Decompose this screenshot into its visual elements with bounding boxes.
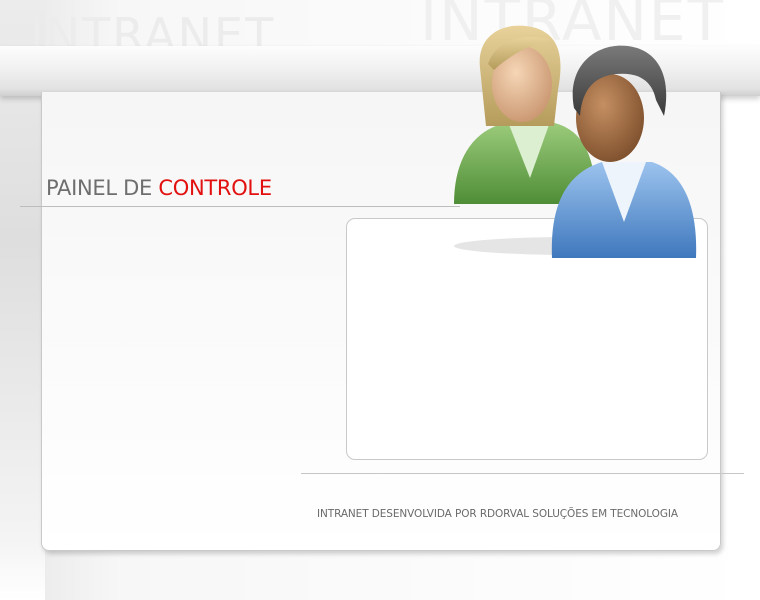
footer-text: INTRANET DESENVOLVIDA POR RDORVAL SOLUÇÕ… [317,508,678,520]
page-title: PAINEL DE CONTROLE [46,176,272,200]
page-title-prefix: PAINEL DE [46,176,152,200]
page-title-accent: CONTROLE [158,176,272,200]
users-icon [454,25,697,258]
title-divider [20,206,460,207]
footer-divider [301,473,744,474]
